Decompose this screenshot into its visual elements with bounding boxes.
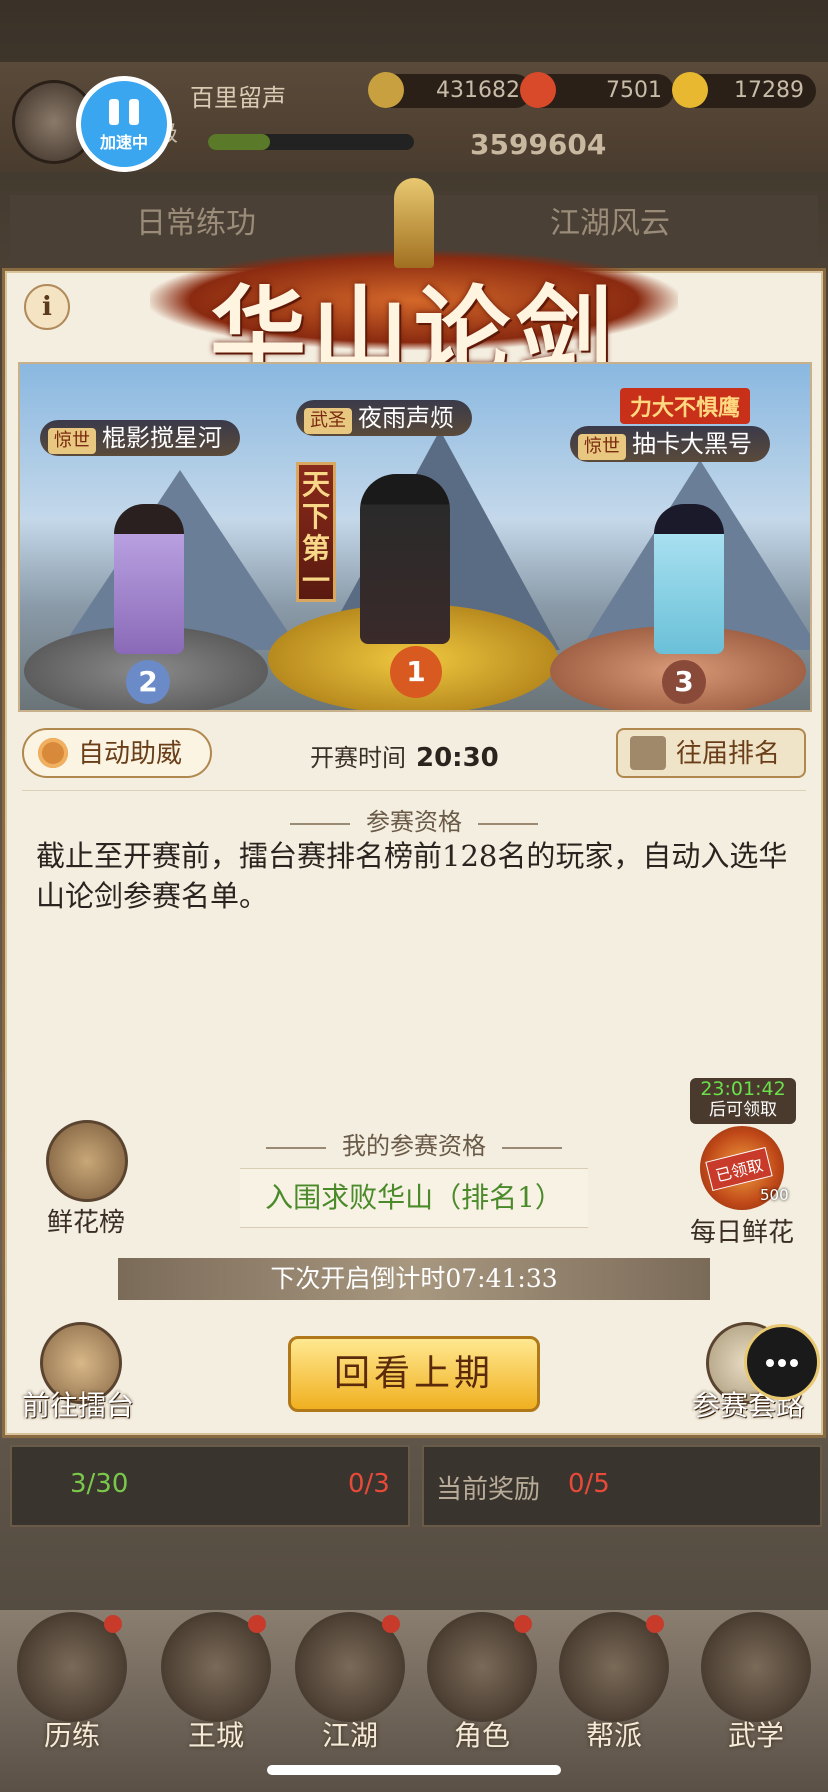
daily-flower-label[interactable]: 每日鲜花 (682, 1212, 802, 1249)
reward-panel[interactable]: 当前奖励 0/5 (422, 1445, 822, 1527)
nav-item-martial-arts[interactable]: 武学 (698, 1612, 814, 1754)
combat-power: 3599604 (470, 128, 607, 161)
first-place-character[interactable] (360, 474, 450, 644)
gold-resource[interactable]: 17289 (672, 72, 816, 108)
reward-label: 当前奖励 (436, 1475, 541, 1505)
flower-rank-label[interactable]: 鲜花榜 (30, 1202, 142, 1239)
second-place-name[interactable]: 惊世 棍影搅星河 (40, 420, 240, 456)
third-title-tag: 力大不惧鹰 (620, 388, 751, 424)
rank-3-badge: 3 (662, 660, 706, 704)
qualification-description: 截止至开赛前，擂台赛排名榜前128名的玩家，自动入选华山论剑参赛名单。 (36, 839, 788, 913)
copper-coin-icon (368, 72, 404, 108)
energy-value: 3/30 (70, 1469, 129, 1499)
attempts-value: 0/3 (348, 1469, 390, 1499)
my-qualification-status: 入围求败华山（排名1） (240, 1168, 588, 1228)
flower-timer: 23:01:42 后可领取 (690, 1078, 796, 1124)
nav-item-jianghu[interactable]: 江湖 (292, 1612, 408, 1754)
player-name: 百里留声 (190, 84, 286, 112)
nav-item-royal-city[interactable]: 王城 (158, 1612, 274, 1754)
gear-icon (38, 738, 68, 768)
gold-ingot-icon (672, 72, 708, 108)
rank-2-badge: 2 (126, 660, 170, 704)
start-time: 开赛时间 20:30 (310, 743, 499, 773)
modal-title-banner: 华山论剑 (150, 170, 678, 388)
second-place-character[interactable] (114, 504, 184, 654)
go-arena-button[interactable]: 前往擂台 (22, 1384, 134, 1424)
past-rankings-button[interactable]: 往届排名 (616, 728, 806, 778)
flower-rank-icon[interactable] (46, 1120, 128, 1202)
reward-value: 0/5 (568, 1469, 610, 1499)
level-progress-bar (208, 134, 414, 150)
qualification-title: 参赛资格 (0, 802, 828, 837)
copper-resource[interactable]: 431682 (368, 72, 532, 108)
ember-icon (520, 72, 556, 108)
home-indicator[interactable] (267, 1765, 561, 1775)
pause-icon (109, 99, 139, 125)
divider (22, 790, 806, 791)
world-first-banner: 天下第一 (296, 462, 336, 602)
info-button[interactable]: i (24, 284, 70, 330)
ember-resource[interactable]: 7501 (520, 72, 674, 108)
claimed-stamp: 已领取 (705, 1146, 773, 1192)
podium-scene: 天下第一 力大不惧鹰 惊世 棍影搅星河 武圣 夜雨声烦 惊世 抽卡大黑号 2 1 3 (18, 362, 812, 712)
auto-cheer-button[interactable]: 自动助威 (22, 728, 212, 778)
chat-bubble-icon[interactable] (744, 1324, 820, 1400)
first-place-name[interactable]: 武圣 夜雨声烦 (296, 400, 472, 436)
nav-item-guild[interactable]: 帮派 (556, 1612, 672, 1754)
accelerate-button[interactable]: 加速中 (76, 76, 172, 172)
energy-panel[interactable]: 3/30 0/3 (10, 1445, 410, 1527)
sword-shield-icon (630, 736, 666, 770)
nav-item-training[interactable]: 历练 (14, 1612, 130, 1754)
nav-item-character[interactable]: 角色 (424, 1612, 540, 1754)
third-place-character[interactable] (654, 504, 724, 654)
rank-1-badge: 1 (390, 646, 442, 698)
next-open-countdown: 下次开启倒计时07:41:33 (118, 1258, 710, 1300)
third-place-name[interactable]: 惊世 抽卡大黑号 (570, 426, 770, 462)
flower-count: 500 (760, 1186, 789, 1204)
review-last-button[interactable]: 回看上期 (288, 1336, 540, 1412)
